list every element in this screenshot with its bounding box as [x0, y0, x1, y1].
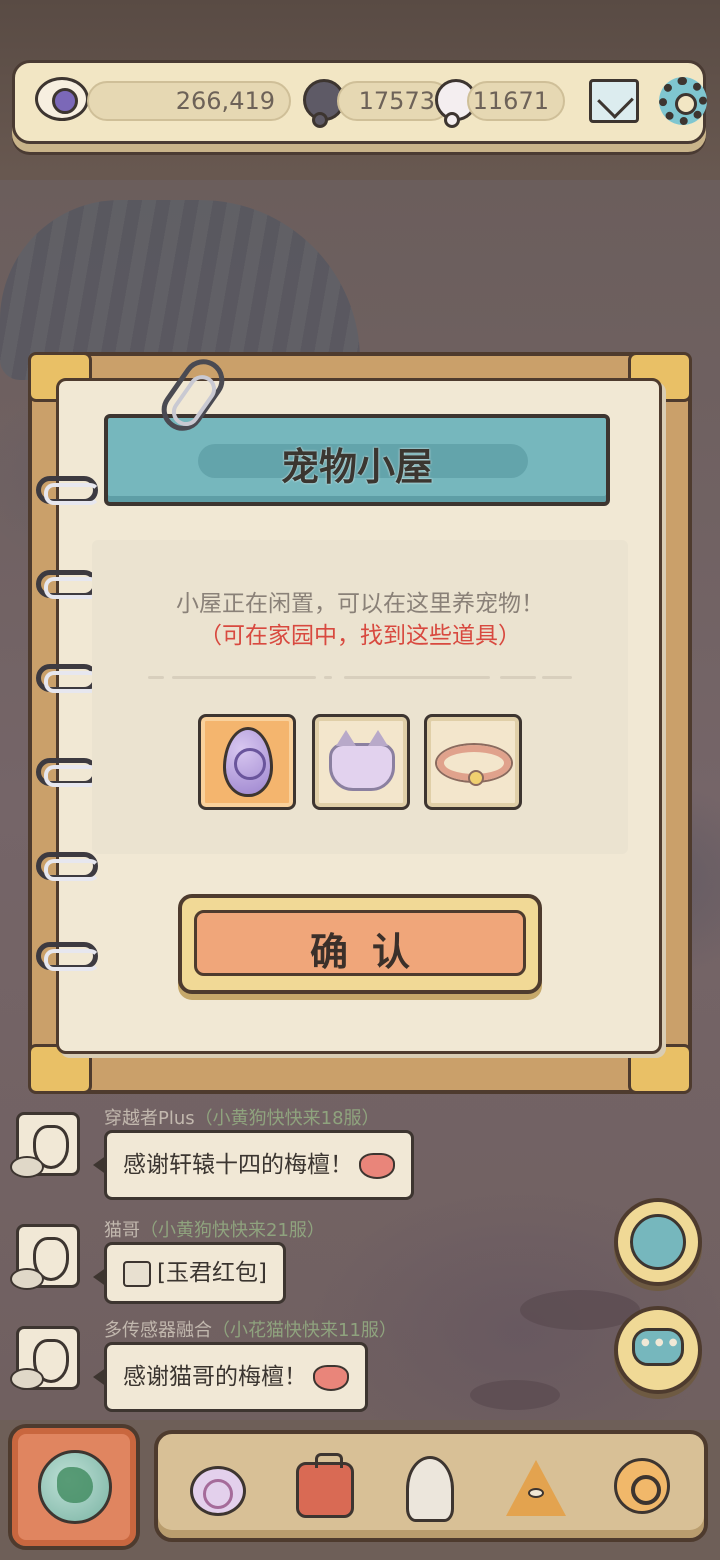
binder-ring-icon [36, 570, 100, 599]
eye-counter: 266,419 [87, 81, 291, 121]
confirm-button[interactable]: 确认 [178, 894, 542, 994]
chat-message: 猫哥（小黄狗快快来21服） [玉君红包] [0, 1214, 460, 1314]
search-button[interactable] [600, 1448, 684, 1530]
confirm-label: 确认 [309, 930, 434, 974]
red-packet-bubble[interactable]: [玉君红包] [93, 1242, 286, 1304]
chat-server: （小花猫快快来11服） [212, 1320, 397, 1341]
binder-ring-icon [36, 942, 100, 971]
statue-button[interactable] [388, 1448, 472, 1530]
gear-icon[interactable] [659, 77, 707, 125]
currency-bar: 266,419 17573 11671 [12, 60, 707, 144]
globe-icon [38, 1450, 112, 1524]
binder-ring-icon [36, 664, 100, 693]
backpack-button[interactable] [282, 1448, 366, 1530]
record-icon [630, 1214, 686, 1270]
record-button[interactable] [614, 1198, 702, 1286]
mail-icon[interactable] [589, 79, 639, 123]
chat-text: [玉君红包] [157, 1260, 267, 1286]
divider [324, 676, 332, 679]
divider [148, 676, 164, 679]
chat-button[interactable] [614, 1306, 702, 1394]
chat-text: 感谢猫哥的梅檀！ [123, 1364, 307, 1390]
divider [172, 676, 316, 679]
divider [344, 676, 490, 679]
chat-text: 感谢轩辕十四的梅檀！ [123, 1152, 353, 1178]
confirm-button-face: 确认 [194, 910, 526, 976]
snail-button[interactable] [176, 1448, 260, 1530]
chat-server: （小黄狗快快来21服） [140, 1220, 325, 1241]
chat-user: 多传感器融合 [104, 1320, 212, 1341]
dialog-content-panel: 小屋正在闲置，可以在这里养宠物！ （可在家园中，找到这些道具） [92, 540, 628, 854]
chat-user: 猫哥 [104, 1220, 140, 1241]
statue-bust-icon [406, 1456, 454, 1522]
pyramid-eye-icon [528, 1488, 544, 1498]
backpack-icon [296, 1453, 354, 1518]
crab-emoji-icon [313, 1364, 349, 1391]
crab-emoji-icon [359, 1152, 395, 1179]
collar-icon [437, 745, 511, 786]
chat-bubble-icon [632, 1328, 684, 1366]
pet-bowl-icon [329, 730, 395, 791]
chat-bubble: 感谢猫哥的梅檀！ [93, 1342, 368, 1412]
red-packet-icon [123, 1260, 151, 1287]
chat-server: （小黄狗快快来18服） [194, 1108, 380, 1129]
eye-badge-icon [10, 1156, 44, 1178]
item-slot-collar[interactable] [424, 714, 522, 810]
magnifier-icon [614, 1458, 670, 1514]
eye-badge-icon [10, 1268, 44, 1290]
eye-icon [35, 77, 89, 121]
chat-username: 猫哥（小黄狗快快来21服） [104, 1216, 325, 1242]
background-stone [470, 1380, 560, 1410]
item-slot-egg[interactable] [198, 714, 296, 810]
divider [500, 676, 536, 679]
binder-ring-icon [36, 476, 100, 505]
chat-message: 穿越者Plus（小黄狗快快来18服） 感谢轩辕十四的梅檀！ [0, 1100, 460, 1210]
dialog-hint: （可在家园中，找到这些道具） [199, 623, 521, 649]
home-button[interactable] [8, 1424, 140, 1550]
chat-bubble: 感谢轩辕十四的梅檀！ [93, 1130, 414, 1200]
chat-user: 穿越者Plus [104, 1108, 195, 1129]
light-bubble-counter: 11671 [467, 81, 565, 121]
item-slot-bowl[interactable] [312, 714, 410, 810]
chat-username: 穿越者Plus（小黄狗快快来18服） [104, 1104, 380, 1130]
egg-icon [223, 727, 273, 797]
divider [542, 676, 572, 679]
binder-ring-icon [36, 852, 100, 881]
binder-ring-icon [36, 758, 100, 787]
snail-icon [190, 1466, 246, 1516]
dialog-title: 宠物小屋 [280, 445, 433, 489]
bottom-dock [154, 1430, 708, 1542]
dialog-description: 小屋正在闲置，可以在这里养宠物！ [176, 591, 544, 617]
chat-message: 多传感器融合（小花猫快快来11服） 感谢猫哥的梅檀！ [0, 1312, 460, 1422]
dark-bubble-counter: 17573 [337, 81, 451, 121]
eye-badge-icon [10, 1368, 44, 1390]
pyramid-button[interactable] [494, 1448, 578, 1530]
chat-username: 多传感器融合（小花猫快快来11服） [104, 1316, 397, 1342]
